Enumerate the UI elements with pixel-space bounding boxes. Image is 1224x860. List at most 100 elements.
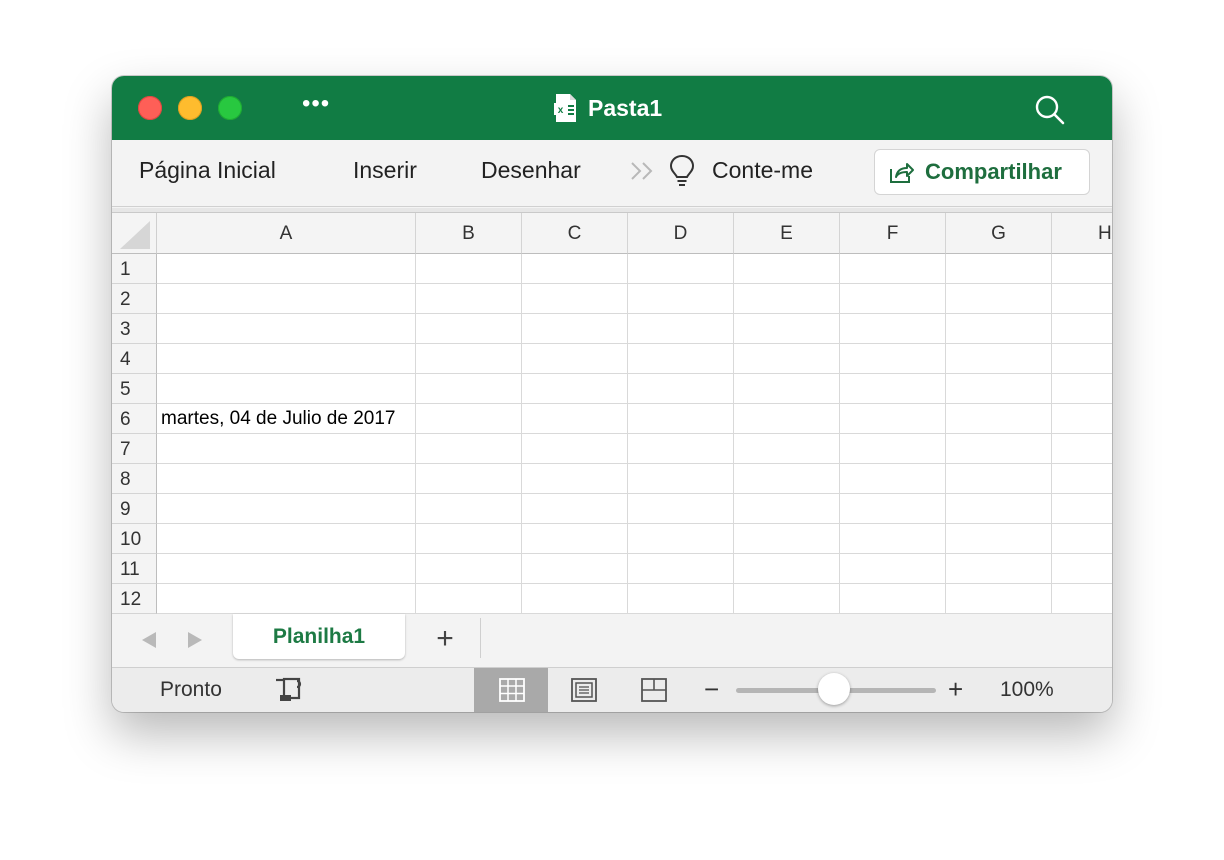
column-header-b[interactable]: B <box>416 213 522 254</box>
cell-e6[interactable] <box>734 404 840 434</box>
column-header-h[interactable]: H <box>1052 213 1112 254</box>
cell-e2[interactable] <box>734 284 840 314</box>
sheet-tab-planilha1[interactable]: Planilha1 <box>233 614 405 659</box>
normal-view-button[interactable] <box>474 668 548 712</box>
cell-f9[interactable] <box>840 494 946 524</box>
triangle-left-icon[interactable] <box>140 630 158 650</box>
cell-grid[interactable]: martes, 04 de Julio de 2017 <box>157 254 1112 614</box>
cell-h5[interactable] <box>1052 374 1112 404</box>
cell-h12[interactable] <box>1052 584 1112 614</box>
cell-f2[interactable] <box>840 284 946 314</box>
cell-a11[interactable] <box>157 554 416 584</box>
cell-d8[interactable] <box>628 464 734 494</box>
cell-c5[interactable] <box>522 374 628 404</box>
cell-d9[interactable] <box>628 494 734 524</box>
cell-c4[interactable] <box>522 344 628 374</box>
cell-f5[interactable] <box>840 374 946 404</box>
select-all-corner[interactable] <box>112 213 157 254</box>
cell-h10[interactable] <box>1052 524 1112 554</box>
cell-b12[interactable] <box>416 584 522 614</box>
cell-e10[interactable] <box>734 524 840 554</box>
cell-g3[interactable] <box>946 314 1052 344</box>
page-break-view-button[interactable] <box>616 668 690 712</box>
cell-f11[interactable] <box>840 554 946 584</box>
tell-me-search[interactable]: Conte-me <box>712 157 813 184</box>
cell-d11[interactable] <box>628 554 734 584</box>
row-header[interactable]: 4 <box>112 344 157 374</box>
cell-a8[interactable] <box>157 464 416 494</box>
cell-f8[interactable] <box>840 464 946 494</box>
cell-a9[interactable] <box>157 494 416 524</box>
cell-d5[interactable] <box>628 374 734 404</box>
spreadsheet-grid[interactable]: A B C D E F G H 1 2 3 4 5 6 7 8 9 10 11 … <box>112 213 1112 614</box>
cell-d6[interactable] <box>628 404 734 434</box>
cell-c2[interactable] <box>522 284 628 314</box>
cell-c9[interactable] <box>522 494 628 524</box>
cell-a4[interactable] <box>157 344 416 374</box>
cell-f6[interactable] <box>840 404 946 434</box>
triangle-right-icon[interactable] <box>186 630 204 650</box>
cell-c8[interactable] <box>522 464 628 494</box>
cell-h9[interactable] <box>1052 494 1112 524</box>
cell-e3[interactable] <box>734 314 840 344</box>
cell-g8[interactable] <box>946 464 1052 494</box>
cell-f3[interactable] <box>840 314 946 344</box>
zoom-in-button[interactable]: + <box>948 674 963 704</box>
cell-a6[interactable]: martes, 04 de Julio de 2017 <box>157 404 416 434</box>
column-header-a[interactable]: A <box>157 213 416 254</box>
cell-f7[interactable] <box>840 434 946 464</box>
cell-a12[interactable] <box>157 584 416 614</box>
cell-c11[interactable] <box>522 554 628 584</box>
cell-g10[interactable] <box>946 524 1052 554</box>
cell-a2[interactable] <box>157 284 416 314</box>
cell-c7[interactable] <box>522 434 628 464</box>
zoom-level[interactable]: 100% <box>1000 678 1054 702</box>
cell-f10[interactable] <box>840 524 946 554</box>
cell-e5[interactable] <box>734 374 840 404</box>
cell-b7[interactable] <box>416 434 522 464</box>
cell-b8[interactable] <box>416 464 522 494</box>
zoom-slider-knob[interactable] <box>818 673 850 705</box>
cell-h6[interactable] <box>1052 404 1112 434</box>
share-button[interactable]: Compartilhar <box>874 149 1090 195</box>
cell-b1[interactable] <box>416 254 522 284</box>
cell-e12[interactable] <box>734 584 840 614</box>
zoom-out-button[interactable]: − <box>704 674 719 704</box>
cell-c6[interactable] <box>522 404 628 434</box>
cell-g9[interactable] <box>946 494 1052 524</box>
cell-g11[interactable] <box>946 554 1052 584</box>
cell-e7[interactable] <box>734 434 840 464</box>
column-header-c[interactable]: C <box>522 213 628 254</box>
row-header[interactable]: 9 <box>112 494 157 524</box>
double-chevron-right-icon[interactable] <box>630 160 656 182</box>
cell-a1[interactable] <box>157 254 416 284</box>
column-header-f[interactable]: F <box>840 213 946 254</box>
cell-d4[interactable] <box>628 344 734 374</box>
zoom-window-button[interactable] <box>218 96 242 120</box>
cell-f4[interactable] <box>840 344 946 374</box>
cell-b11[interactable] <box>416 554 522 584</box>
column-header-d[interactable]: D <box>628 213 734 254</box>
cell-h3[interactable] <box>1052 314 1112 344</box>
minimize-window-button[interactable] <box>178 96 202 120</box>
cell-h2[interactable] <box>1052 284 1112 314</box>
macro-record-icon[interactable] <box>275 676 307 704</box>
cell-a7[interactable] <box>157 434 416 464</box>
cell-e1[interactable] <box>734 254 840 284</box>
tab-pagina-inicial[interactable]: Página Inicial <box>139 157 276 184</box>
add-sheet-button[interactable]: + <box>432 622 458 656</box>
cell-g7[interactable] <box>946 434 1052 464</box>
cell-h8[interactable] <box>1052 464 1112 494</box>
column-header-g[interactable]: G <box>946 213 1052 254</box>
cell-a10[interactable] <box>157 524 416 554</box>
cell-b5[interactable] <box>416 374 522 404</box>
cell-d1[interactable] <box>628 254 734 284</box>
cell-e8[interactable] <box>734 464 840 494</box>
cell-h7[interactable] <box>1052 434 1112 464</box>
cell-g12[interactable] <box>946 584 1052 614</box>
cell-f12[interactable] <box>840 584 946 614</box>
cell-b3[interactable] <box>416 314 522 344</box>
cell-b6[interactable] <box>416 404 522 434</box>
cell-e11[interactable] <box>734 554 840 584</box>
cell-h11[interactable] <box>1052 554 1112 584</box>
